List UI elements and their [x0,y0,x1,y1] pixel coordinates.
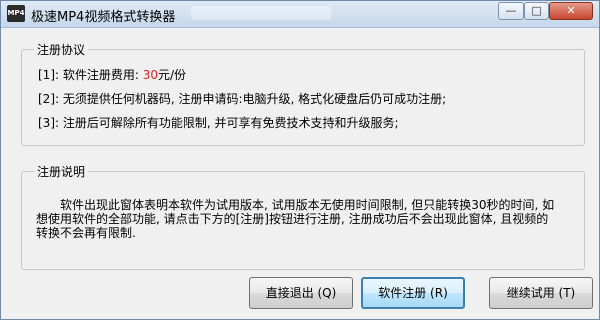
minimize-button[interactable]: — [498,2,524,20]
register-dialog: MP4 极速MP4视频格式转换器 — □ ✕ 注册协议 [1]: 软件注册费用:… [0,0,600,320]
title-bar-blurred-area [191,6,331,20]
agreement-group: 注册协议 [1]: 软件注册费用: 30元/份 [2]: 无须提供任何机器码, … [21,41,585,146]
registration-fee-value: 30 [142,68,158,82]
mp4-app-icon: MP4 [7,5,25,22]
agreement-line-2: [2]: 无须提供任何机器码, 注册申请码:电脑升级, 格式化硬盘后仍可成功注册… [38,92,447,106]
notice-group-title: 注册说明 [34,163,89,180]
exit-button[interactable]: 直接退出 (Q) [249,277,353,309]
register-button[interactable]: 软件注册 (R) [361,277,465,309]
continue-trial-button[interactable]: 继续试用 (T) [489,277,593,309]
agreement-line-1-suffix: 元/份 [158,68,187,82]
maximize-button[interactable]: □ [524,2,549,20]
agreement-group-title: 注册协议 [34,41,89,58]
close-button[interactable]: ✕ [549,2,593,20]
agreement-line-1: [1]: 软件注册费用: 30元/份 [38,66,186,83]
window-title: 极速MP4视频格式转换器 [31,10,176,25]
notice-group: 注册说明 软件出现此窗体表明本软件为试用版本, 试用版本无使用时间限制, 但只能… [21,163,585,270]
notice-text: 软件出现此窗体表明本软件为试用版本, 试用版本无使用时间限制, 但只能转换30秒… [36,198,555,240]
agreement-line-3: [3]: 注册后可解除所有功能限制, 并可享有免费技术支持和升级服务; [38,116,399,130]
title-bar[interactable]: MP4 极速MP4视频格式转换器 — □ ✕ [1,1,599,28]
agreement-line-1-prefix: [1]: 软件注册费用: [38,68,143,82]
